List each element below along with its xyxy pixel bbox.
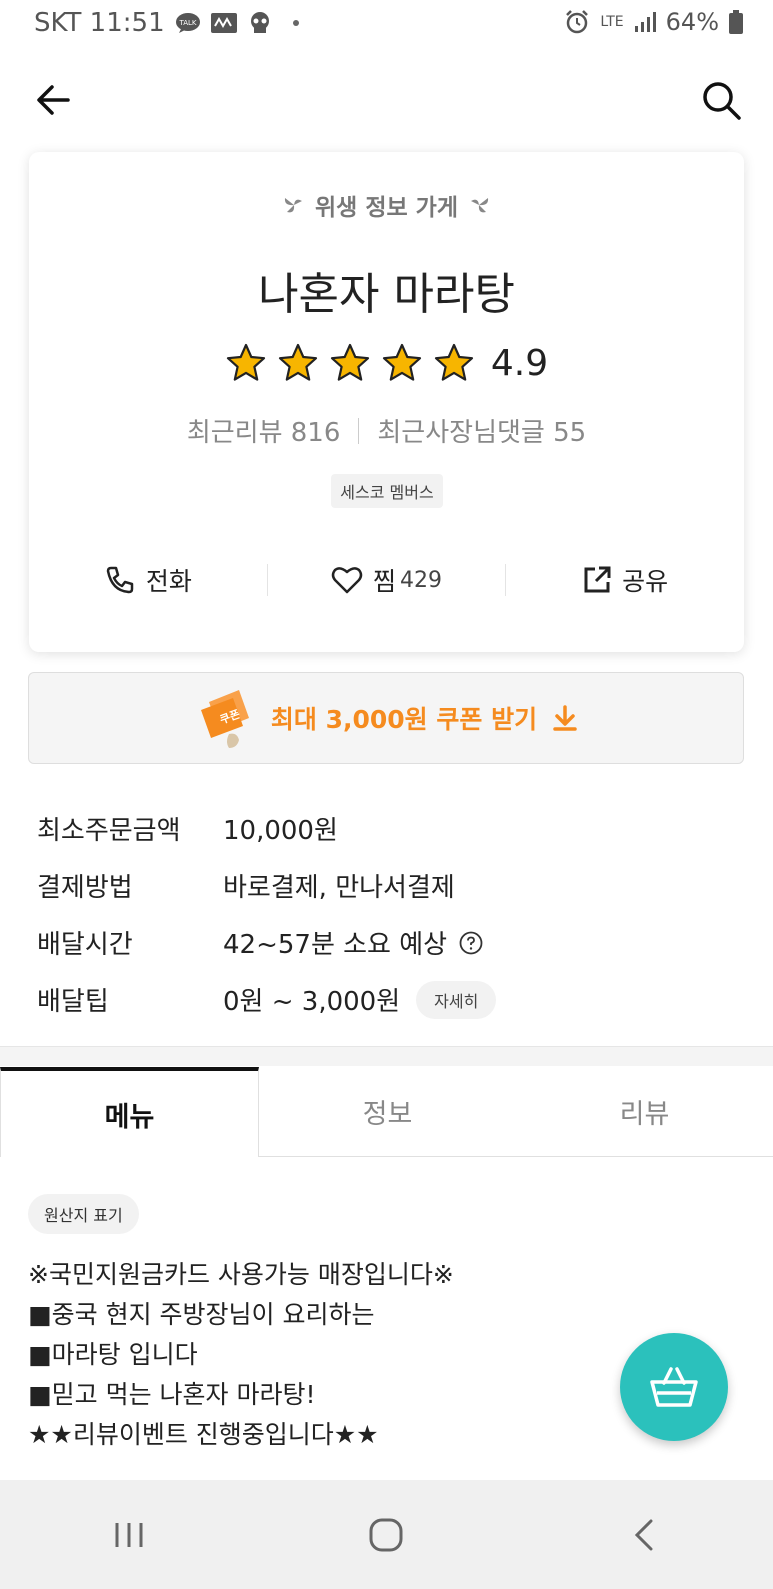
status-left: SKT 11:51 TALK <box>34 8 299 38</box>
share-icon <box>584 566 611 593</box>
coupon-ticket-icon: 쿠폰 <box>200 690 249 748</box>
app-notification-icon <box>210 11 237 35</box>
info-label: 최소주문금액 <box>37 816 181 846</box>
info-row-payment: 결제방법 바로결제, 만나서결제 <box>37 857 737 914</box>
info-value: 10,000원 <box>223 816 338 846</box>
more-notifications-dot <box>292 20 299 26</box>
back-button[interactable] <box>32 78 76 122</box>
network-type: LTE <box>600 14 624 30</box>
home-button[interactable] <box>356 1505 416 1565</box>
notice-line: ■마라탕 입니다 <box>28 1340 198 1369</box>
store-name: 나혼자 마라탕 <box>258 269 515 320</box>
back-arrow-icon <box>37 85 70 115</box>
info-row-delivery-tip: 배달팁 0원 ~ 3,000원 자세히 <box>37 971 737 1028</box>
review-separator <box>358 417 360 444</box>
section-divider <box>0 1046 773 1066</box>
alarm-icon <box>564 9 590 35</box>
notice-line: ★★리뷰이벤트 진행중입니다★★ <box>28 1420 379 1449</box>
help-icon[interactable] <box>459 931 483 955</box>
info-label: 배달팁 <box>37 987 109 1017</box>
signal-icon <box>634 12 656 32</box>
info-label: 배달시간 <box>37 930 133 960</box>
leaf-left-icon <box>284 198 302 213</box>
store-card: 위생 정보 가게 나혼자 마라탕 4.9 최근리뷰 816 최근사장님댓글 55… <box>29 152 744 652</box>
search-button[interactable] <box>699 78 743 122</box>
basket-icon <box>650 1367 698 1407</box>
heart-icon <box>331 567 363 594</box>
talk-icon-label: TALK <box>178 19 196 27</box>
carrier-time: SKT 11:51 <box>34 8 165 38</box>
delivery-tip-detail-button[interactable]: 자세히 <box>416 980 497 1019</box>
info-value-wrap: 42~57분 소요 예상 <box>223 924 483 961</box>
star-icon <box>226 343 265 381</box>
info-value: 42~57분 소요 예상 <box>223 930 448 960</box>
cart-button[interactable] <box>620 1333 728 1441</box>
call-label: 전화 <box>145 567 192 596</box>
battery-percent: 64% <box>665 8 719 36</box>
system-navigation-bar <box>0 1480 773 1589</box>
store-actions: 전화 찜 429 공유 <box>29 552 744 608</box>
recent-reviews[interactable]: 최근리뷰 816 <box>187 412 341 449</box>
recent-apps-icon <box>115 1522 143 1547</box>
star-icon <box>330 343 369 381</box>
share-button[interactable]: 공유 <box>506 552 744 608</box>
rating-row: 4.9 <box>29 342 744 384</box>
star-rating <box>225 342 475 384</box>
tab-reviews[interactable]: 리뷰 <box>516 1067 773 1156</box>
member-badge: 세스코 멤버스 <box>331 474 443 508</box>
tab-info[interactable]: 정보 <box>259 1067 516 1156</box>
favorite-count: 429 <box>400 567 443 593</box>
notice-line: ■중국 현지 주방장님이 요리하는 <box>28 1300 375 1329</box>
info-value: 바로결제, 만나서결제 <box>223 873 455 903</box>
top-bar <box>0 60 773 140</box>
store-tabs: 메뉴 정보 리뷰 <box>0 1067 773 1157</box>
star-icon <box>434 343 473 381</box>
notice-line: ■믿고 먹는 나혼자 마라탕! <box>28 1380 316 1409</box>
store-info: 최소주문금액 10,000원 결제방법 바로결제, 만나서결제 배달시간 42~… <box>37 800 737 1028</box>
share-label: 공유 <box>622 567 669 596</box>
search-icon <box>703 82 741 120</box>
hygiene-info-label[interactable]: 위생 정보 가게 <box>29 188 744 222</box>
owner-replies[interactable]: 최근사장님댓글 55 <box>377 412 586 449</box>
recent-apps-button[interactable] <box>99 1505 159 1565</box>
status-bar: SKT 11:51 TALK LTE 64% <box>0 0 773 50</box>
store-notice: ※국민지원금카드 사용가능 매장입니다※ ■중국 현지 주방장님이 요리하는 ■… <box>28 1255 588 1455</box>
phone-icon <box>106 566 134 594</box>
hygiene-text: 위생 정보 가게 <box>315 195 458 221</box>
tab-menu[interactable]: 메뉴 <box>0 1067 259 1157</box>
origin-label-button[interactable]: 원산지 표기 <box>28 1194 139 1234</box>
chevron-left-icon <box>635 1519 653 1550</box>
system-back-button[interactable] <box>614 1505 674 1565</box>
skull-notification-icon <box>247 11 273 35</box>
coupon-banner[interactable]: 쿠폰 최대 3,000원 쿠폰 받기 <box>28 672 744 764</box>
notice-line: ※국민지원금카드 사용가능 매장입니다※ <box>28 1260 454 1289</box>
info-label: 결제방법 <box>37 873 133 903</box>
battery-icon <box>729 10 743 34</box>
home-icon <box>369 1518 403 1551</box>
info-row-min-order: 최소주문금액 10,000원 <box>37 800 737 857</box>
info-value: 0원 ~ 3,000원 <box>223 987 401 1017</box>
info-value-wrap: 0원 ~ 3,000원 자세히 <box>223 980 497 1019</box>
favorite-button[interactable]: 찜 429 <box>268 552 506 608</box>
info-row-delivery-time: 배달시간 42~57분 소요 예상 <box>37 914 737 971</box>
favorite-label: 찜 <box>373 567 397 596</box>
leaf-right-icon <box>470 198 489 213</box>
review-summary[interactable]: 최근리뷰 816 최근사장님댓글 55 <box>29 412 744 449</box>
star-icon <box>382 343 421 381</box>
kakaotalk-icon: TALK <box>175 12 201 34</box>
status-right: LTE 64% <box>564 8 743 36</box>
coupon-label: 최대 3,000원 쿠폰 받기 <box>270 705 538 734</box>
rating-value: 4.9 <box>490 342 549 384</box>
download-icon <box>553 705 577 731</box>
star-icon <box>278 343 317 381</box>
call-button[interactable]: 전화 <box>29 552 267 608</box>
